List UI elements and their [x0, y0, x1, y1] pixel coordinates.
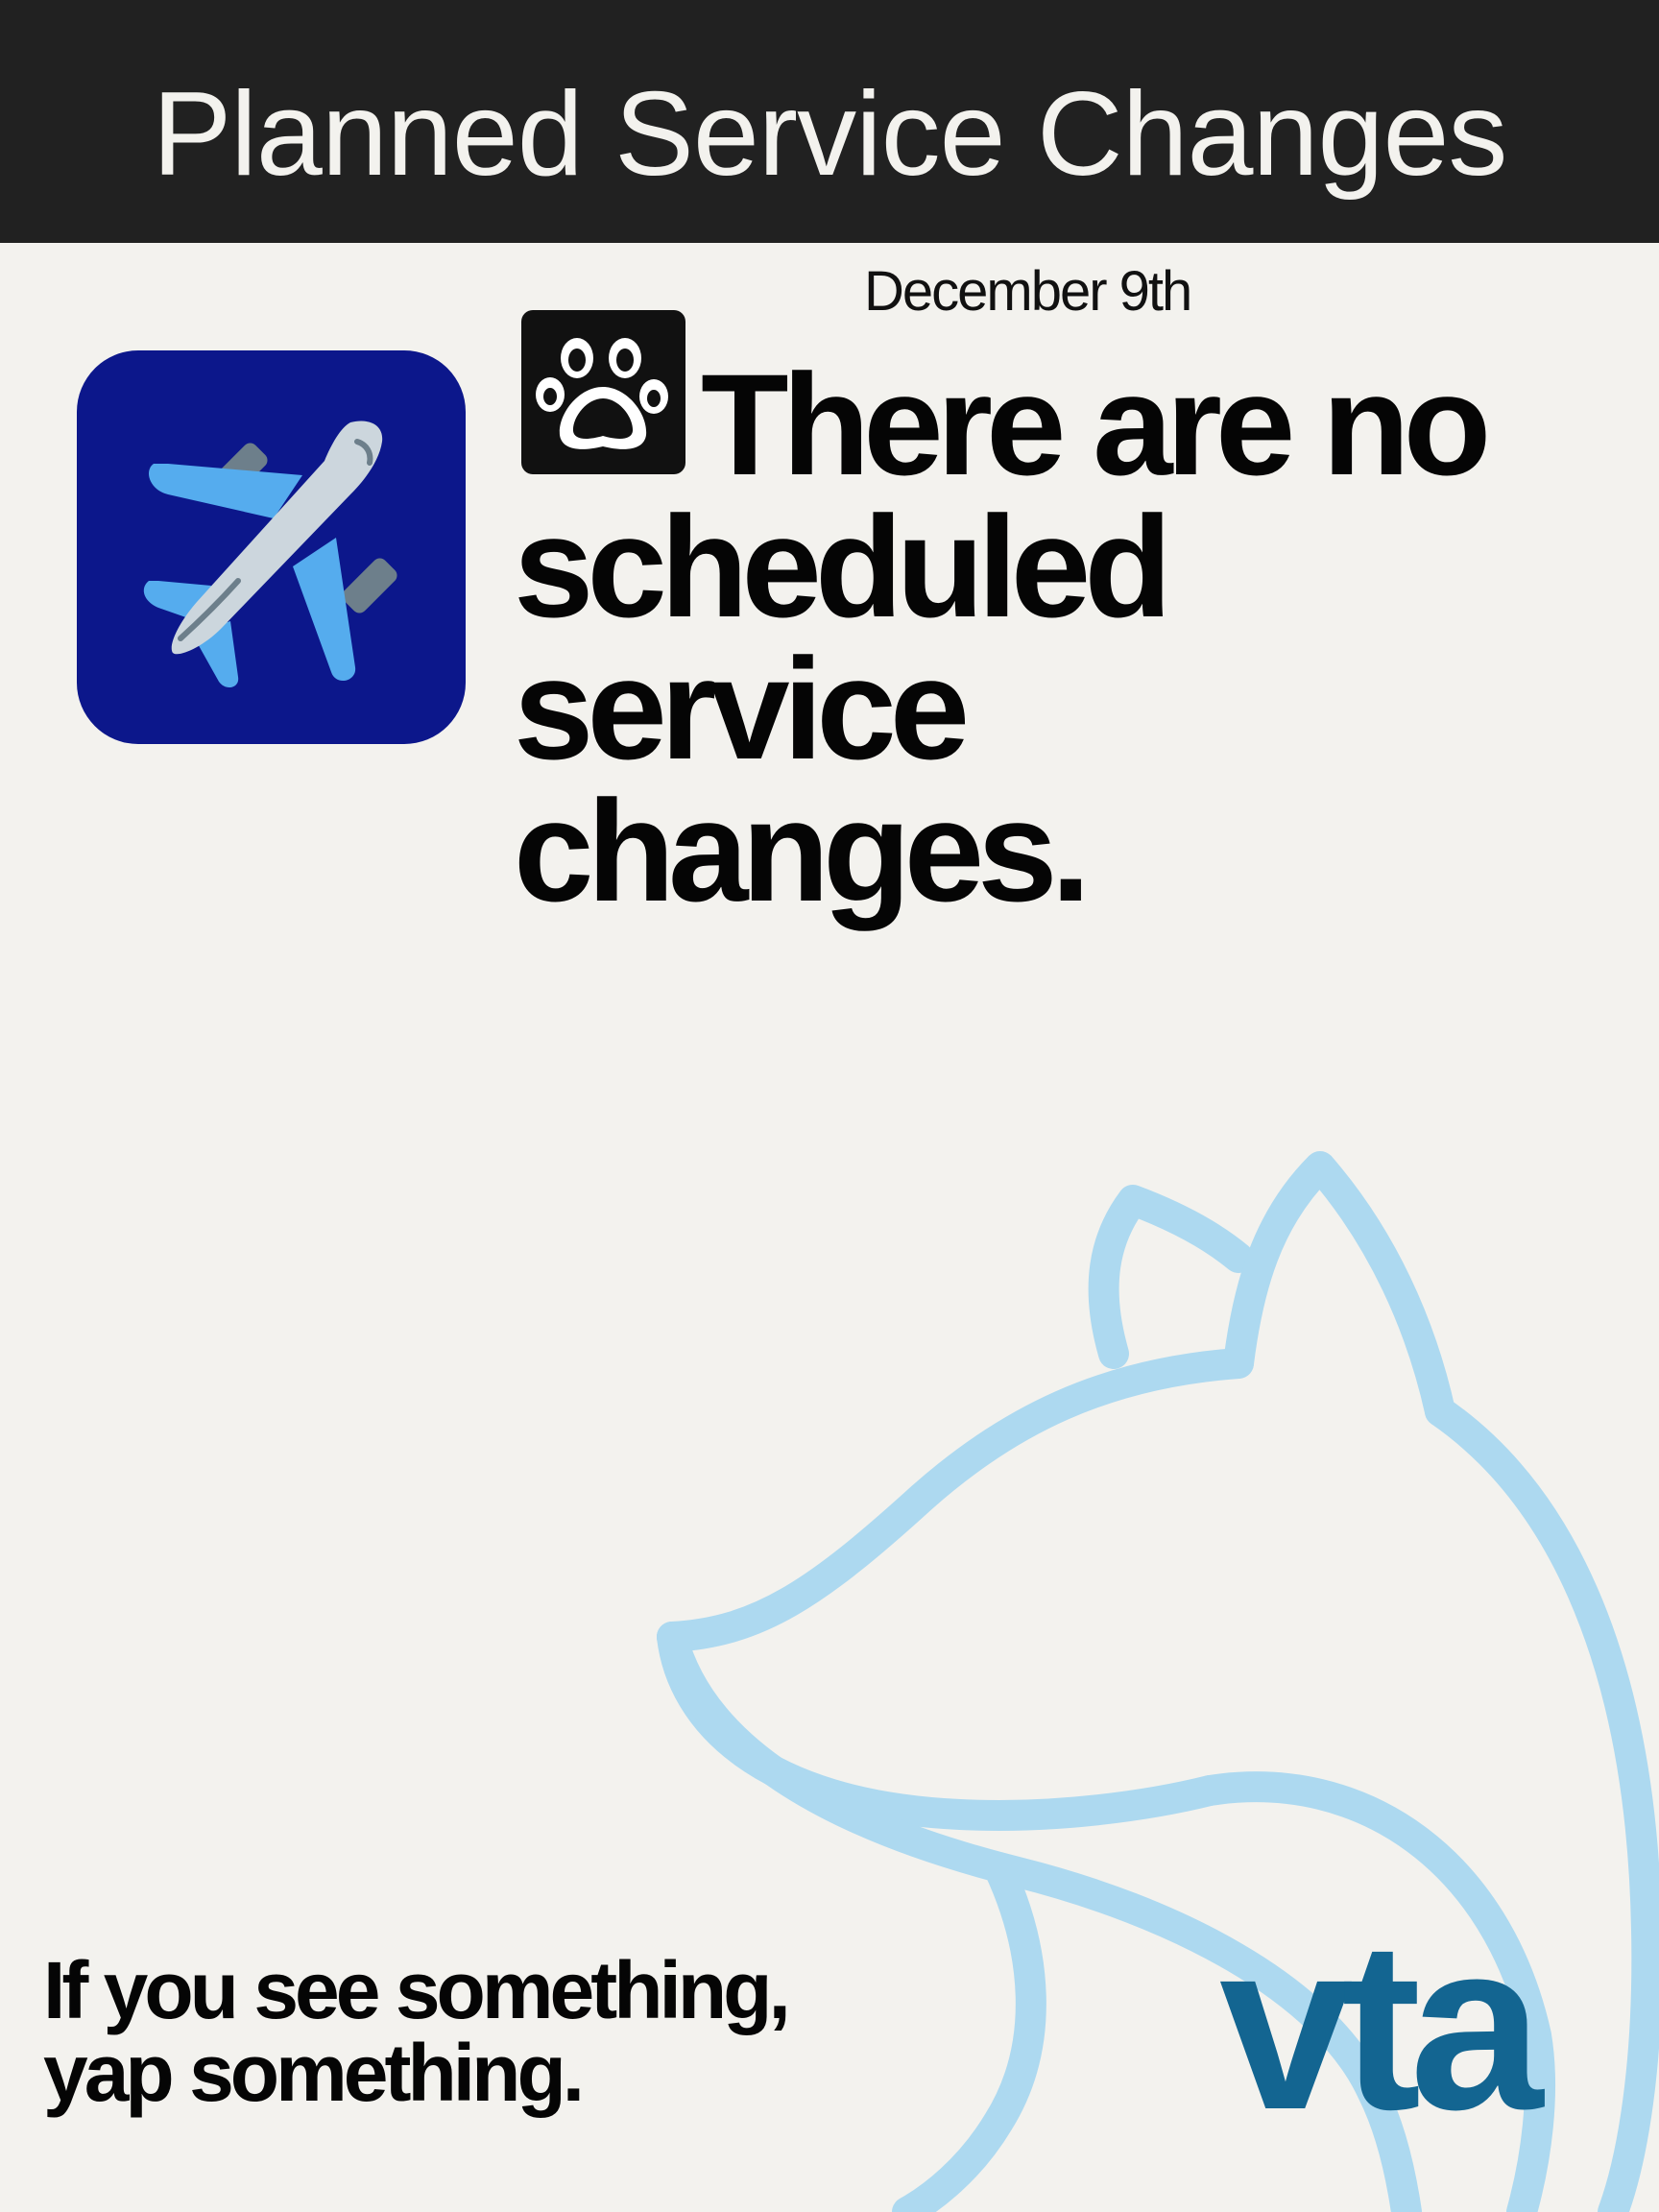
- page-title: Planned Service Changes: [152, 68, 1508, 201]
- slogan-line-1: If you see something,: [43, 1945, 791, 2035]
- notice-date: December 9th: [864, 260, 1192, 323]
- safety-slogan: If you see something, yap something.: [43, 1949, 907, 2114]
- headline-line-3: changes.: [514, 770, 1091, 931]
- notice-headline: There are no scheduled service changes.: [514, 352, 1647, 931]
- header-bar: Planned Service Changes: [0, 0, 1659, 243]
- headline-line-2: scheduled service: [514, 486, 1172, 789]
- airplane-icon: [143, 421, 397, 688]
- airplane-app-tile: [77, 350, 466, 744]
- vta-logo: vta: [1219, 1891, 1543, 2159]
- fox-outline-art: [657, 1151, 1659, 2212]
- headline-line-1: There are no: [701, 344, 1491, 505]
- slogan-line-2: yap something.: [43, 2028, 585, 2118]
